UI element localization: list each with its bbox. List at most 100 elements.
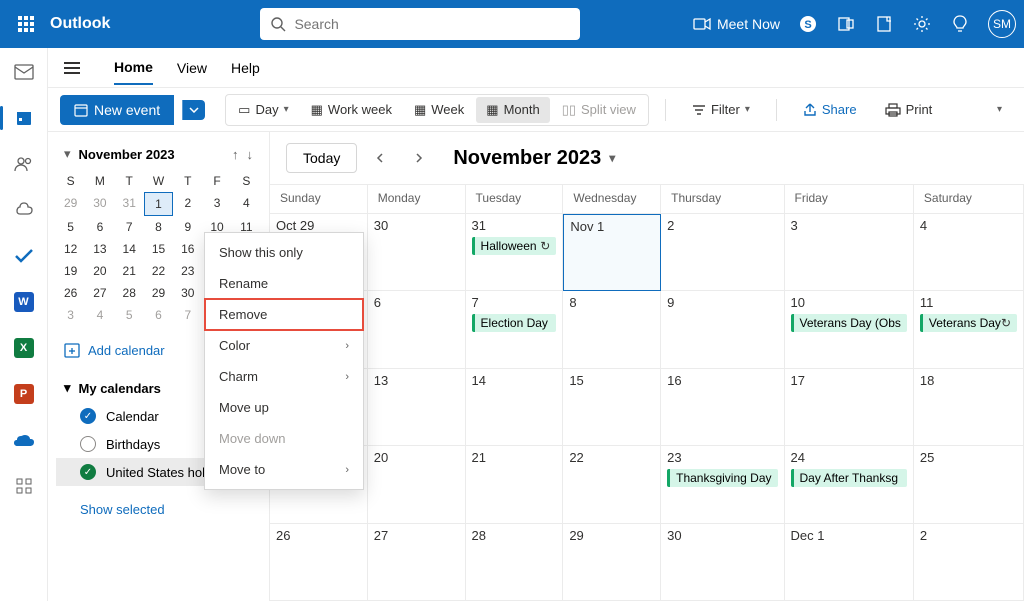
mini-day[interactable]: 12 xyxy=(56,238,85,260)
rail-mail[interactable] xyxy=(8,56,40,88)
event-chip[interactable]: Thanksgiving Day xyxy=(667,469,777,487)
calendar-cell[interactable]: 15 xyxy=(563,369,661,447)
calendar-cell[interactable]: 11Veterans Day↻ xyxy=(914,291,1024,369)
avatar[interactable]: SM xyxy=(988,10,1016,38)
mini-day[interactable]: 15 xyxy=(144,238,173,260)
calendar-cell[interactable]: 28 xyxy=(466,524,564,601)
chevron-down-icon[interactable]: ▾ xyxy=(64,146,71,162)
view-month-button[interactable]: ▦Month xyxy=(476,97,549,123)
next-month-button[interactable] xyxy=(405,144,433,172)
calendar-cell[interactable]: 8 xyxy=(563,291,661,369)
mini-day[interactable]: 3 xyxy=(202,192,231,216)
mini-day[interactable]: 5 xyxy=(115,304,144,326)
calendar-cell[interactable]: 24Day After Thanksg xyxy=(785,446,914,524)
rail-files[interactable] xyxy=(8,194,40,226)
app-launcher-icon[interactable] xyxy=(8,6,44,42)
view-workweek-button[interactable]: ▦Work week xyxy=(301,97,402,123)
mini-day[interactable]: 6 xyxy=(85,216,114,238)
mini-day[interactable]: 31 xyxy=(115,192,144,216)
toolbar-dropdown[interactable]: ▾ xyxy=(987,99,1012,120)
calendar-cell[interactable]: 29 xyxy=(563,524,661,601)
calendar-cell[interactable]: 30 xyxy=(368,214,466,292)
calendar-cell[interactable]: 23Thanksgiving Day xyxy=(661,446,784,524)
mini-day[interactable]: 21 xyxy=(115,260,144,282)
mini-prev-button[interactable]: ↑ xyxy=(232,147,239,162)
view-week-button[interactable]: ▦Week xyxy=(404,97,474,123)
rail-more-apps[interactable] xyxy=(8,470,40,502)
mini-day[interactable]: 19 xyxy=(56,260,85,282)
mini-day[interactable]: 29 xyxy=(144,282,173,304)
calendar-title[interactable]: November 2023 ▾ xyxy=(453,147,615,170)
mini-day[interactable]: 9 xyxy=(173,216,202,238)
calendar-cell[interactable]: 7Election Day xyxy=(466,291,564,369)
calendar-checkbox[interactable] xyxy=(80,436,96,452)
mini-day[interactable]: 16 xyxy=(173,238,202,260)
filter-button[interactable]: Filter▾ xyxy=(682,97,760,122)
calendar-cell[interactable]: 6 xyxy=(368,291,466,369)
calendar-cell[interactable]: 30 xyxy=(661,524,784,601)
tab-help[interactable]: Help xyxy=(231,52,260,84)
calendar-cell[interactable]: 14 xyxy=(466,369,564,447)
mini-day[interactable]: 5 xyxy=(56,216,85,238)
mini-day[interactable]: 3 xyxy=(56,304,85,326)
teams-icon[interactable] xyxy=(836,14,856,34)
calendar-cell[interactable]: 3 xyxy=(785,214,914,292)
mini-day[interactable]: 30 xyxy=(173,282,202,304)
mini-day[interactable]: 26 xyxy=(56,282,85,304)
tips-icon[interactable] xyxy=(950,14,970,34)
show-selected-button[interactable]: Show selected xyxy=(56,492,261,527)
calendar-cell[interactable]: 10Veterans Day (Obs xyxy=(785,291,914,369)
mini-day[interactable]: 28 xyxy=(115,282,144,304)
rail-powerpoint[interactable]: P xyxy=(8,378,40,410)
rail-word[interactable]: W xyxy=(8,286,40,318)
calendar-cell[interactable]: 9 xyxy=(661,291,784,369)
rail-calendar[interactable] xyxy=(8,102,40,134)
ctx-charm[interactable]: Charm› xyxy=(205,361,363,392)
mini-day[interactable]: 1 xyxy=(144,192,173,216)
event-chip[interactable]: Halloween↻ xyxy=(472,237,557,255)
mini-day[interactable]: 2 xyxy=(173,192,202,216)
event-chip[interactable]: Veterans Day↻ xyxy=(920,314,1017,332)
calendar-cell[interactable]: Nov 1 xyxy=(563,214,661,292)
event-chip[interactable]: Day After Thanksg xyxy=(791,469,907,487)
calendar-checkbox[interactable] xyxy=(80,408,96,424)
mini-day[interactable]: 23 xyxy=(173,260,202,282)
rail-excel[interactable]: X xyxy=(8,332,40,364)
ctx-color[interactable]: Color› xyxy=(205,330,363,361)
tab-home[interactable]: Home xyxy=(114,51,153,85)
calendar-cell[interactable]: 16 xyxy=(661,369,784,447)
calendar-checkbox[interactable] xyxy=(80,464,96,480)
settings-icon[interactable] xyxy=(912,14,932,34)
ctx-move-down[interactable]: Move down xyxy=(205,423,363,454)
mini-day[interactable]: 4 xyxy=(85,304,114,326)
tab-view[interactable]: View xyxy=(177,52,207,84)
event-chip[interactable]: Veterans Day (Obs xyxy=(791,314,907,332)
calendar-cell[interactable]: 26 xyxy=(270,524,368,601)
calendar-cell[interactable]: 31Halloween↻ xyxy=(466,214,564,292)
mini-day[interactable]: 29 xyxy=(56,192,85,216)
event-chip[interactable]: Election Day xyxy=(472,314,557,332)
meet-now-button[interactable]: Meet Now xyxy=(693,16,780,32)
calendar-cell[interactable]: 25 xyxy=(914,446,1024,524)
rail-onedrive[interactable] xyxy=(8,424,40,456)
mini-day[interactable]: 27 xyxy=(85,282,114,304)
calendar-cell[interactable]: 20 xyxy=(368,446,466,524)
calendar-cell[interactable]: 4 xyxy=(914,214,1024,292)
calendar-cell[interactable]: 17 xyxy=(785,369,914,447)
calendar-cell[interactable]: 21 xyxy=(466,446,564,524)
calendar-cell[interactable]: 27 xyxy=(368,524,466,601)
skype-icon[interactable]: S xyxy=(798,14,818,34)
mini-day[interactable]: 8 xyxy=(144,216,173,238)
calendar-cell[interactable]: 2 xyxy=(661,214,784,292)
mini-day[interactable]: 30 xyxy=(85,192,114,216)
calendar-cell[interactable]: 2 xyxy=(914,524,1024,601)
mini-day[interactable]: 14 xyxy=(115,238,144,260)
mini-next-button[interactable]: ↓ xyxy=(247,147,254,162)
mini-day[interactable]: 13 xyxy=(85,238,114,260)
calendar-cell[interactable]: 22 xyxy=(563,446,661,524)
calendar-cell[interactable]: 13 xyxy=(368,369,466,447)
ctx-move-to[interactable]: Move to› xyxy=(205,454,363,485)
search-box[interactable] xyxy=(260,8,580,40)
today-button[interactable]: Today xyxy=(286,143,357,173)
mini-day[interactable]: 7 xyxy=(173,304,202,326)
